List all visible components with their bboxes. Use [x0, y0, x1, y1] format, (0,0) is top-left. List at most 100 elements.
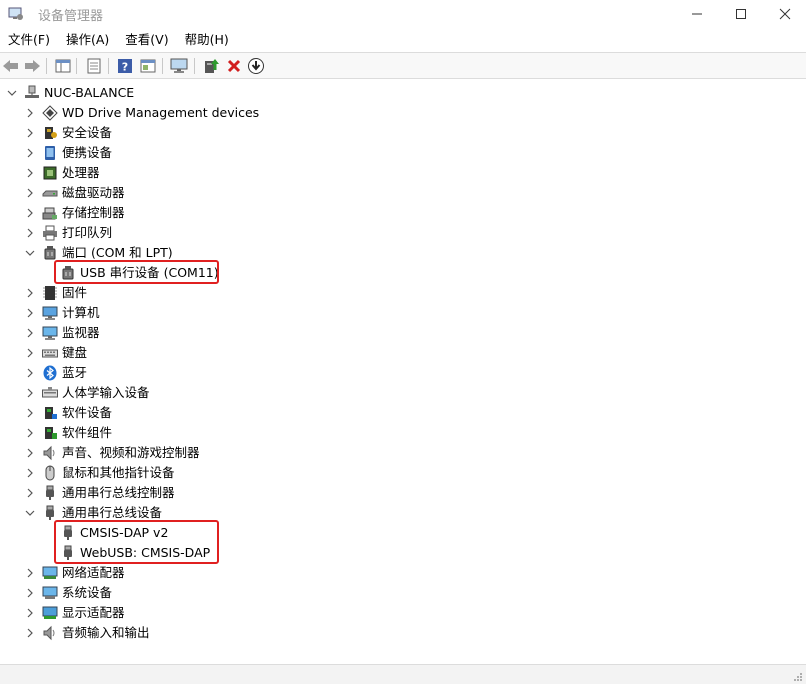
- chevron-right-icon[interactable]: [24, 387, 36, 399]
- tree-category[interactable]: 计算机: [24, 303, 100, 323]
- computer-icon: [24, 85, 40, 101]
- tree-category-label: 便携设备: [62, 145, 113, 160]
- tree-category[interactable]: 鼠标和其他指针设备: [24, 463, 175, 483]
- tree-category[interactable]: 声音、视频和游戏控制器: [24, 443, 200, 463]
- tree-category[interactable]: 监视器: [24, 323, 100, 343]
- chevron-right-icon[interactable]: [24, 407, 36, 419]
- chevron-right-icon[interactable]: [24, 447, 36, 459]
- chevron-right-icon[interactable]: [24, 427, 36, 439]
- port-icon: [42, 245, 58, 261]
- update-driver-icon[interactable]: [202, 57, 220, 75]
- tree-category[interactable]: WD Drive Management devices: [24, 103, 259, 123]
- software-component-icon: [42, 425, 58, 441]
- tree-category-label: 软件组件: [62, 425, 113, 440]
- window-title: 设备管理器: [38, 9, 104, 24]
- chevron-right-icon[interactable]: [24, 107, 36, 119]
- system-icon: [42, 585, 58, 601]
- resize-grip-icon[interactable]: [793, 671, 803, 681]
- audio-icon: [42, 625, 58, 641]
- tree-category[interactable]: 显示适配器: [24, 603, 125, 623]
- chevron-down-icon[interactable]: [6, 87, 18, 99]
- chevron-right-icon[interactable]: [24, 287, 36, 299]
- svg-text:?: ?: [122, 61, 128, 74]
- back-icon[interactable]: [2, 57, 20, 75]
- firmware-icon: [42, 285, 58, 301]
- keyboard-icon: [42, 345, 58, 361]
- tree-category[interactable]: 安全设备: [24, 123, 112, 143]
- chevron-right-icon[interactable]: [24, 167, 36, 179]
- chevron-right-icon[interactable]: [24, 567, 36, 579]
- portable-icon: [42, 145, 58, 161]
- menu-view[interactable]: 查看(V): [117, 29, 176, 51]
- uninstall-icon[interactable]: [225, 57, 243, 75]
- tree-category-label: 固件: [62, 285, 88, 300]
- wd-icon: [42, 105, 58, 121]
- menu-action[interactable]: 操作(A): [58, 29, 117, 51]
- toolbar-separator: [108, 58, 109, 74]
- view-icon[interactable]: [139, 57, 157, 75]
- chevron-down-icon[interactable]: [24, 247, 36, 259]
- software-device-icon: [42, 405, 58, 421]
- mouse-icon: [42, 465, 58, 481]
- tree-category-label: 软件设备: [62, 405, 113, 420]
- tree-category[interactable]: 网络适配器: [24, 563, 125, 583]
- chevron-right-icon[interactable]: [24, 187, 36, 199]
- maximize-button[interactable]: [718, 0, 764, 28]
- tree-category-label: 键盘: [62, 345, 88, 360]
- chevron-right-icon[interactable]: [24, 147, 36, 159]
- tree-category[interactable]: 软件组件: [24, 423, 112, 443]
- chevron-right-icon[interactable]: [24, 607, 36, 619]
- chevron-right-icon[interactable]: [24, 467, 36, 479]
- chevron-right-icon[interactable]: [24, 127, 36, 139]
- toolbar: ?: [0, 52, 806, 79]
- printer-icon: [42, 225, 58, 241]
- tree-root[interactable]: NUC-BALANCE: [6, 83, 134, 103]
- tree-category[interactable]: 固件: [24, 283, 87, 303]
- chevron-right-icon[interactable]: [24, 347, 36, 359]
- tree-category[interactable]: 存储控制器: [24, 203, 125, 223]
- tree-category[interactable]: 便携设备: [24, 143, 112, 163]
- minimize-button[interactable]: [674, 0, 720, 28]
- chevron-right-icon[interactable]: [24, 207, 36, 219]
- tree-category[interactable]: 处理器: [24, 163, 100, 183]
- monitor-icon[interactable]: [170, 57, 188, 75]
- tree-category-label: 安全设备: [62, 125, 113, 140]
- tree-category[interactable]: 键盘: [24, 343, 87, 363]
- chevron-right-icon[interactable]: [24, 627, 36, 639]
- chevron-right-icon[interactable]: [24, 307, 36, 319]
- menu-file[interactable]: 文件(F): [0, 29, 58, 51]
- properties-icon[interactable]: [85, 57, 103, 75]
- tree-category-label: 打印队列: [62, 225, 113, 240]
- close-button[interactable]: [762, 0, 806, 28]
- highlight-box-com11: [54, 260, 219, 284]
- help-icon[interactable]: ?: [116, 57, 134, 75]
- usb-device-icon: [42, 505, 58, 521]
- tree-category[interactable]: 通用串行总线控制器: [24, 483, 175, 503]
- scan-download-icon[interactable]: [247, 57, 265, 75]
- chevron-down-icon[interactable]: [24, 507, 36, 519]
- tree-category[interactable]: 系统设备: [24, 583, 112, 603]
- tree-category-label: 网络适配器: [62, 565, 125, 580]
- tree-category[interactable]: 打印队列: [24, 223, 112, 243]
- chevron-right-icon[interactable]: [24, 487, 36, 499]
- tree-category[interactable]: 音频输入和输出: [24, 623, 150, 643]
- chevron-right-icon[interactable]: [24, 367, 36, 379]
- tree-category[interactable]: 磁盘驱动器: [24, 183, 125, 203]
- tree-category[interactable]: 人体学输入设备: [24, 383, 150, 403]
- tree-category[interactable]: 软件设备: [24, 403, 112, 423]
- device-manager-app-icon: [8, 7, 24, 21]
- show-hide-tree-icon[interactable]: [54, 57, 72, 75]
- toolbar-separator: [162, 58, 163, 74]
- tree-category-label: 存储控制器: [62, 205, 125, 220]
- network-icon: [42, 565, 58, 581]
- tree-category-label: 处理器: [62, 165, 100, 180]
- chevron-right-icon[interactable]: [24, 227, 36, 239]
- tree-category-label: 蓝牙: [62, 365, 88, 380]
- chevron-right-icon[interactable]: [24, 327, 36, 339]
- status-bar: [0, 664, 806, 684]
- chevron-right-icon[interactable]: [24, 587, 36, 599]
- display-icon: [42, 605, 58, 621]
- tree-category[interactable]: 蓝牙: [24, 363, 87, 383]
- menu-help[interactable]: 帮助(H): [177, 29, 237, 51]
- forward-icon[interactable]: [23, 57, 41, 75]
